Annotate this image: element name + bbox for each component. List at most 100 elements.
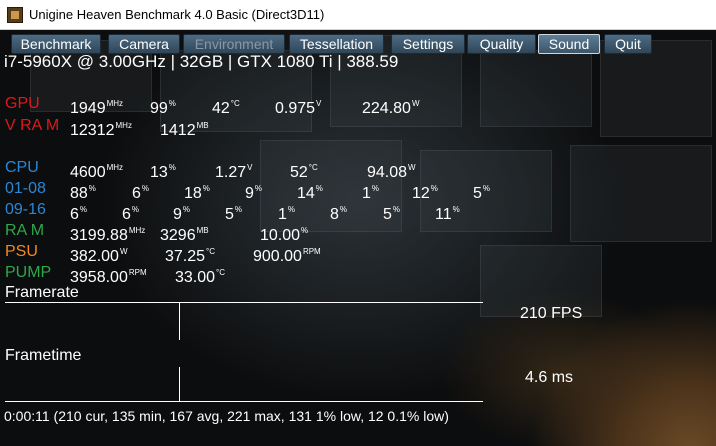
unigine-app-icon [7,7,23,23]
sensor-value-number: 6 [132,185,141,202]
sensor-value-unit: % [430,184,438,193]
menu-sound-button[interactable]: Sound [538,34,600,54]
sensor-value-unit: MB [196,226,209,235]
sensor-value: 6% [70,201,87,224]
sensor-value: 1412MB [160,117,209,140]
sensor-value: 9% [245,180,262,203]
sensor-value-unit: °C [308,163,318,172]
sensor-value: 3199.88MHz [70,222,145,245]
sensor-value: 18% [184,180,210,203]
sensor-value: 14% [297,180,323,203]
sensor-value-unit: MB [196,121,209,130]
sensor-value-unit: % [301,226,309,235]
frametime-value: 4.6 ms [525,369,574,386]
window-titlebar: Unigine Heaven Benchmark 4.0 Basic (Dire… [0,0,716,30]
sensor-value-unit: V [316,99,322,108]
sensor-value-number: 5 [473,185,482,202]
sensor-value: 6% [122,201,139,224]
sensor-value-number: 1.27 [215,164,247,181]
sensor-value-number: 33.00 [175,269,216,286]
sensor-value: 33.00°C [175,264,225,287]
menu-quality-button[interactable]: Quality [467,34,536,54]
sensor-value: 4600MHz [70,159,123,182]
sensor-value-number: 42 [212,100,230,117]
sensor-value: 5% [383,201,400,224]
sensor-value-number: 10.00 [260,227,301,244]
sensor-value-number: 900.00 [253,248,302,265]
sensor-value-number: 3199.88 [70,227,128,244]
sensor-value-unit: % [315,184,323,193]
sensor-value: 5% [225,201,242,224]
sensor-value-unit: MHz [128,226,146,235]
sensor-value-unit: RPM [128,268,147,277]
menu-settings-button[interactable]: Settings [391,34,465,54]
menu-tessellation-button[interactable]: Tessellation [289,34,384,54]
sensor-label: 01-08 [5,180,46,197]
sensor-label: PSU [5,243,38,260]
menu-quit-button[interactable]: Quit [604,34,652,54]
framerate-graph-spike [179,302,180,340]
sensor-label: V RA M [5,117,60,134]
sensor-value-unit: % [482,184,491,193]
sensor-value-number: 382.00 [70,248,119,265]
sensor-value-number: 9 [173,206,182,223]
sensor-value-number: 12312 [70,122,115,139]
sensor-value: 224.80W [362,95,420,118]
sensor-value-number: 1 [362,185,371,202]
sensor-value-unit: °C [230,99,240,108]
sensor-value: 52°C [290,159,318,182]
sensor-value: 1.27V [215,159,252,182]
sensor-value: 94.08W [367,159,416,182]
scene-stone-block [480,50,592,127]
sensor-value: 88% [70,180,96,203]
sensor-value-number: 4600 [70,164,106,181]
sensor-value: 8% [330,201,347,224]
sensor-value-unit: % [287,205,296,214]
frametime-graph-label: Frametime [5,347,82,364]
menu-camera-button[interactable]: Camera [108,34,180,54]
sensor-value-unit: % [131,205,140,214]
sensor-value-unit: MHz [115,121,132,130]
sensor-value-number: 1412 [160,122,196,139]
framerate-graph-label: Framerate [5,284,79,301]
sensor-value: 5% [473,180,490,203]
sensor-value-unit: % [182,205,191,214]
sensor-label: PUMP [5,264,52,281]
sensor-value-number: 14 [297,185,315,202]
frametime-graph-spike [179,367,180,401]
sensor-value-number: 94.08 [367,164,408,181]
sensor-label: RA M [5,222,45,239]
sensor-value-number: 9 [245,185,254,202]
sensor-value-unit: MHz [106,163,124,172]
sensor-value-number: 11 [435,206,452,223]
sensor-value-unit: % [168,163,176,172]
menu-benchmark-button[interactable]: Benchmark [11,34,101,54]
sensor-value: 9% [173,201,190,224]
sensor-value-unit: °C [216,268,226,277]
sensor-value-unit: % [254,184,263,193]
sensor-value-unit: °C [206,247,216,256]
sensor-value-unit: V [247,163,253,172]
sensor-value: 3296MB [160,222,209,245]
sensor-value: 37.25°C [165,243,215,266]
window-title: Unigine Heaven Benchmark 4.0 Basic (Dire… [29,7,325,22]
frametime-graph-line [5,401,483,402]
framerate-graph-line [5,302,483,303]
sensor-value-number: 8 [330,206,339,223]
sensor-value-number: 1 [278,206,287,223]
sensor-value-number: 5 [383,206,392,223]
menu-environment-button: Environment [183,34,285,54]
scene-stone-block [570,145,712,242]
sensor-value: 11% [435,201,460,224]
sensor-label: 09-16 [5,201,46,218]
sensor-value: 13% [150,159,176,182]
sensor-value-unit: % [141,184,150,193]
sensor-value-number: 6 [70,206,79,223]
framerate-value: 210 FPS [520,305,583,322]
scene-stone-block [600,40,712,137]
sensor-value-unit: % [79,205,88,214]
sensor-value: 6% [132,180,149,203]
sensor-value-unit: % [339,205,348,214]
benchmark-status-line: 0:00:11 (210 cur, 135 min, 167 avg, 221 … [4,408,449,424]
sensor-value-unit: % [202,184,210,193]
